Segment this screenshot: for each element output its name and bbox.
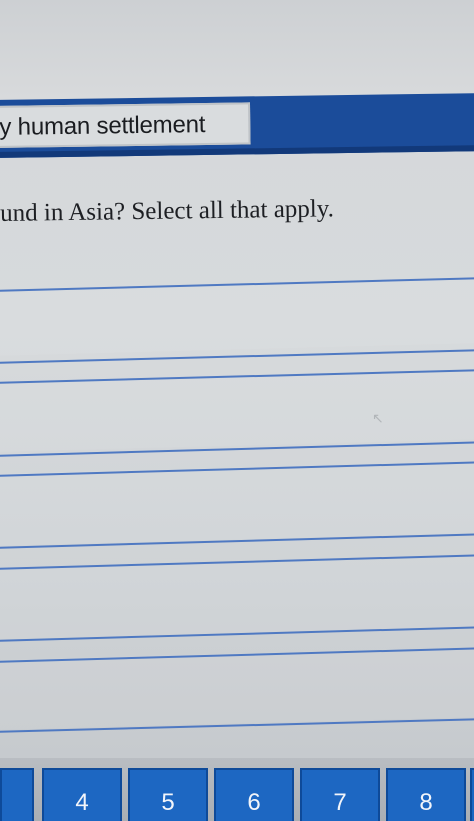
page-number: 7: [333, 789, 347, 816]
page-button-7[interactable]: 7: [300, 768, 380, 821]
header-underline: [0, 145, 474, 158]
question-text: und in Asia? Select all that apply.: [0, 195, 335, 227]
screen-glare: [0, 0, 474, 100]
page-number: 6: [247, 789, 261, 816]
page-button-prev-partial[interactable]: [0, 768, 34, 821]
page-button-next-partial[interactable]: [470, 768, 474, 821]
page-number: 5: [161, 789, 175, 816]
page-title: ly human settlement: [0, 111, 206, 141]
page-button-6[interactable]: 6: [214, 768, 294, 821]
page-button-4[interactable]: 4: [42, 768, 122, 821]
page-number: 8: [419, 789, 433, 816]
page-number: 4: [75, 789, 89, 816]
page-button-5[interactable]: 5: [128, 768, 208, 821]
pagination-bar: 4 5 6 7 8: [0, 758, 474, 821]
screen: ly human settlement und in Asia? Select …: [0, 0, 474, 821]
title-tab: ly human settlement: [0, 102, 251, 148]
page-button-8[interactable]: 8: [386, 768, 466, 821]
mouse-cursor-icon: ↖: [372, 410, 384, 426]
